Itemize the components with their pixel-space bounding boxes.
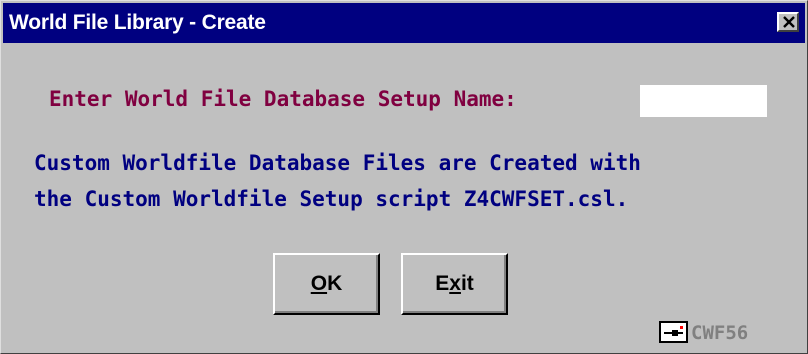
exit-button[interactable]: Ex it bbox=[401, 253, 508, 315]
window-title: World File Library - Create bbox=[9, 11, 266, 34]
exit-mnemonic: x bbox=[449, 272, 461, 295]
title-bar[interactable]: World File Library - Create bbox=[3, 3, 805, 43]
ok-button[interactable]: OK bbox=[273, 253, 380, 315]
info-text-line-2: the Custom Worldfile Setup script Z4CWFS… bbox=[34, 187, 629, 211]
ok-mnemonic: O bbox=[310, 272, 328, 295]
dialog-code: CWF56 bbox=[691, 322, 749, 344]
setup-name-input[interactable] bbox=[640, 85, 767, 117]
exit-label-pre: E bbox=[435, 272, 450, 295]
dialog-window: World File Library - Create Enter World … bbox=[0, 0, 808, 354]
ok-label-rest: K bbox=[327, 272, 343, 295]
close-button[interactable] bbox=[777, 12, 799, 32]
tool-icon bbox=[659, 321, 688, 343]
close-icon bbox=[783, 16, 795, 28]
info-text-line-1: Custom Worldfile Database Files are Crea… bbox=[34, 151, 641, 175]
setup-name-label: Enter World File Database Setup Name: bbox=[49, 87, 517, 111]
exit-label-rest: it bbox=[460, 272, 474, 295]
